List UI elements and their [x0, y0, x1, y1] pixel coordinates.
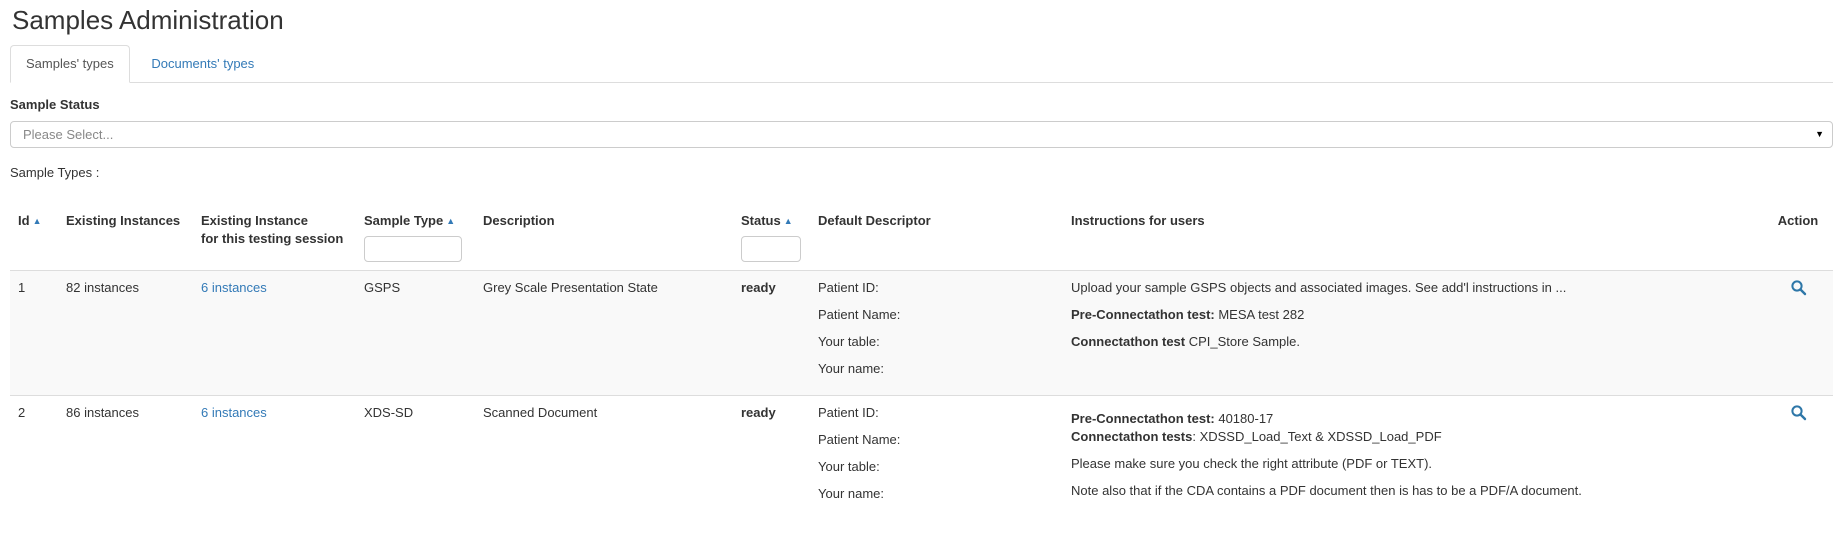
sort-asc-icon: ▲: [446, 216, 455, 226]
tab-documents-types[interactable]: Documents' types: [135, 45, 270, 83]
tab-documents-types-link[interactable]: Documents' types: [135, 45, 270, 83]
instruction-paragraph: Pre-Connectathon test: MESA test 282: [1071, 306, 1755, 324]
descriptor-line: Your table:: [818, 458, 1055, 476]
descriptor-line: Patient ID:: [818, 404, 1055, 422]
table-header-row: Id▲ Existing Instances Existing Instance…: [10, 204, 1833, 271]
cell-existing-instances: 82 instances: [58, 270, 193, 395]
search-icon: [1790, 409, 1807, 424]
sample-status-select-wrap: Please Select... ▼: [10, 121, 1833, 148]
sort-asc-icon: ▲: [33, 216, 42, 226]
sample-status-label: Sample Status: [10, 96, 1833, 114]
samples-administration-page: Samples Administration Samples' types Do…: [0, 6, 1843, 520]
col-header-action: Action: [1763, 204, 1833, 271]
view-sample-button[interactable]: [1790, 279, 1807, 298]
cell-default-descriptor: Patient ID: Patient Name: Your table: Yo…: [810, 395, 1063, 520]
cell-instructions: Pre-Connectathon test: 40180-17 Connecta…: [1063, 395, 1763, 520]
cell-existing-instances: 86 instances: [58, 395, 193, 520]
descriptor-line: Your table:: [818, 333, 1055, 351]
sort-asc-icon: ▲: [784, 216, 793, 226]
cell-sample-type: GSPS: [356, 270, 475, 395]
cell-session-instances: 6 instances: [193, 395, 356, 520]
cell-description: Grey Scale Presentation State: [475, 270, 733, 395]
sample-type-filter-input[interactable]: [364, 236, 462, 262]
cell-sample-type: XDS-SD: [356, 395, 475, 520]
descriptor-line: Patient ID:: [818, 279, 1055, 297]
cell-description: Scanned Document: [475, 395, 733, 520]
col-header-sample-type[interactable]: Sample Type▲: [356, 204, 475, 271]
col-header-existing-instance-session: Existing Instance for this testing sessi…: [193, 204, 356, 271]
status-badge: ready: [733, 270, 810, 395]
table-row: 2 86 instances 6 instances XDS-SD Scanne…: [10, 395, 1833, 520]
instruction-paragraph: Upload your sample GSPS objects and asso…: [1071, 279, 1755, 297]
cell-instructions: Upload your sample GSPS objects and asso…: [1063, 270, 1763, 395]
search-icon: [1790, 284, 1807, 299]
tab-samples-types-link[interactable]: Samples' types: [10, 45, 130, 83]
col-header-description: Description: [475, 204, 733, 271]
col-header-status[interactable]: Status▲: [733, 204, 810, 271]
descriptor-line: Your name:: [818, 360, 1055, 378]
view-sample-button[interactable]: [1790, 404, 1807, 423]
table-row: 1 82 instances 6 instances GSPS Grey Sca…: [10, 270, 1833, 395]
session-instances-link[interactable]: 6 instances: [201, 280, 267, 295]
descriptor-line: Your name:: [818, 485, 1055, 503]
instruction-paragraph: Connectathon tests: XDSSD_Load_Text & XD…: [1071, 428, 1755, 446]
col-header-instructions: Instructions for users: [1063, 204, 1763, 271]
instruction-paragraph: Note also that if the CDA contains a PDF…: [1071, 482, 1755, 500]
descriptor-line: Patient Name:: [818, 431, 1055, 449]
instruction-paragraph: Pre-Connectathon test: 40180-17: [1071, 410, 1755, 428]
cell-action: [1763, 395, 1833, 520]
cell-action: [1763, 270, 1833, 395]
cell-session-instances: 6 instances: [193, 270, 356, 395]
cell-id: 2: [10, 395, 58, 520]
session-instances-link[interactable]: 6 instances: [201, 405, 267, 420]
col-header-existing-instances: Existing Instances: [58, 204, 193, 271]
descriptor-line: Patient Name:: [818, 306, 1055, 324]
page-title: Samples Administration: [12, 6, 1833, 35]
instruction-paragraph: Please make sure you check the right att…: [1071, 455, 1755, 473]
sample-status-select[interactable]: Please Select...: [10, 121, 1833, 148]
col-header-default-descriptor: Default Descriptor: [810, 204, 1063, 271]
sample-types-table: Id▲ Existing Instances Existing Instance…: [10, 204, 1833, 520]
tab-samples-types[interactable]: Samples' types: [10, 45, 130, 83]
col-header-id[interactable]: Id▲: [10, 204, 58, 271]
tab-bar: Samples' types Documents' types: [10, 45, 1833, 83]
sample-types-caption: Sample Types :: [10, 164, 1833, 182]
cell-default-descriptor: Patient ID: Patient Name: Your table: Yo…: [810, 270, 1063, 395]
instruction-paragraph: Connectathon test CPI_Store Sample.: [1071, 333, 1755, 351]
status-badge: ready: [733, 395, 810, 520]
status-filter-input[interactable]: [741, 236, 801, 262]
cell-id: 1: [10, 270, 58, 395]
